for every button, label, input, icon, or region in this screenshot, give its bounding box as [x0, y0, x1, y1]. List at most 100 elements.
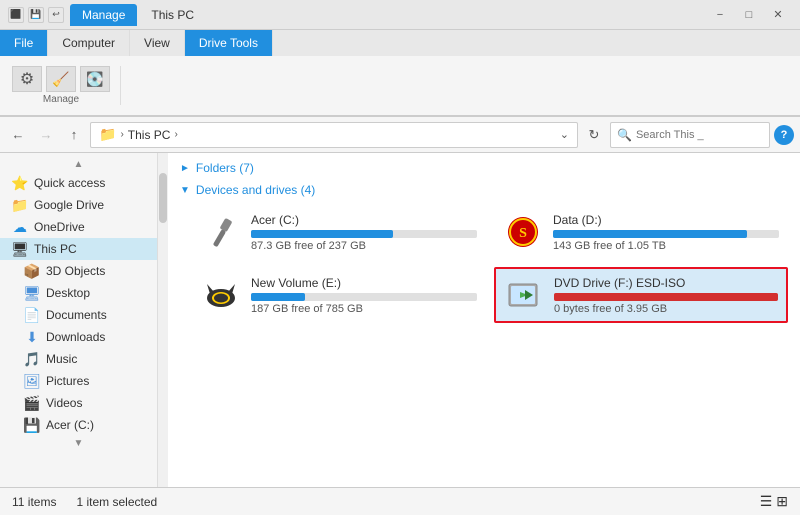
window-title: This PC	[151, 8, 194, 22]
sidebar-item-label: Downloads	[46, 330, 105, 344]
svg-text:S: S	[519, 226, 527, 241]
new-volume-e-drive-icon	[201, 275, 241, 315]
sidebar-item-videos[interactable]: 🎬 Videos	[0, 392, 157, 414]
breadcrumb-arrow: ›	[120, 129, 123, 140]
new-volume-e-name: New Volume (E:)	[251, 276, 477, 290]
onedrive-icon: ☁	[12, 219, 28, 235]
drive-acer-c[interactable]: Acer (C:) 87.3 GB free of 237 GB	[192, 205, 486, 259]
sidebar-item-label: Music	[46, 352, 77, 366]
sidebar-item-this-pc[interactable]: 🖥 This PC	[0, 238, 157, 260]
ribbon-content: ⚙ 🧹 💽 Manage	[0, 56, 800, 116]
documents-icon: 📄	[24, 307, 40, 323]
dvd-f-name: DVD Drive (F:) ESD-ISO	[554, 276, 778, 290]
drive-data-d[interactable]: S Data (D:) 143 GB free of 1.05 TB	[494, 205, 788, 259]
sidebar-item-pictures[interactable]: 🖼 Pictures	[0, 370, 157, 392]
acer-c-icon: 💾	[24, 417, 40, 433]
manage-group-label: Manage	[43, 94, 79, 105]
optimize-btn[interactable]: ⚙	[12, 66, 42, 92]
drives-grid: Acer (C:) 87.3 GB free of 237 GB S	[192, 205, 788, 323]
sidebar-item-label: Pictures	[46, 374, 89, 388]
items-count: 11 items	[12, 495, 56, 509]
folders-section-header[interactable]: ► Folders (7)	[180, 161, 788, 175]
tab-file[interactable]: File	[0, 30, 48, 56]
window-controls[interactable]: − □ ✕	[706, 5, 792, 25]
pictures-icon: 🖼	[24, 373, 40, 389]
help-icon[interactable]: ?	[774, 125, 794, 145]
sidebar-item-acer-c[interactable]: 💾 Acer (C:)	[0, 414, 157, 436]
google-drive-icon: 📁	[12, 197, 28, 213]
videos-icon: 🎬	[24, 395, 40, 411]
search-icon: 🔍	[617, 128, 632, 142]
new-volume-e-bar	[251, 293, 477, 301]
maximize-button[interactable]: □	[735, 5, 763, 25]
sidebar-item-documents[interactable]: 📄 Documents	[0, 304, 157, 326]
acer-c-bar-fill	[251, 230, 393, 238]
dvd-f-info: DVD Drive (F:) ESD-ISO 0 bytes free of 3…	[554, 276, 778, 315]
content-area: ► Folders (7) ▼ Devices and drives (4)	[168, 153, 800, 487]
back-button[interactable]: ←	[6, 123, 30, 147]
data-d-name: Data (D:)	[553, 213, 779, 227]
devices-section-header[interactable]: ▼ Devices and drives (4)	[180, 183, 788, 197]
acer-c-bar	[251, 230, 477, 238]
drive-dvd-f[interactable]: DVD Drive (F:) ESD-ISO 0 bytes free of 3…	[494, 267, 788, 323]
quick-access-icon: ⭐	[12, 175, 28, 191]
sidebar-item-downloads[interactable]: ⬇ Downloads	[0, 326, 157, 348]
close-button[interactable]: ✕	[764, 5, 792, 25]
sidebar-item-label: OneDrive	[34, 220, 85, 234]
sidebar-item-label: Acer (C:)	[46, 418, 94, 432]
title-bar-left: ⬛ 💾 ↩ Manage This PC	[8, 4, 194, 26]
tab-computer[interactable]: Computer	[48, 30, 130, 56]
sidebar-item-label: Google Drive	[34, 198, 104, 212]
folder-icon: 📁	[99, 126, 116, 143]
dvd-f-bar-fill	[554, 293, 778, 301]
manage-tab-title[interactable]: Manage	[70, 4, 137, 26]
scroll-up[interactable]: ▲	[0, 157, 157, 172]
sidebar-item-onedrive[interactable]: ☁ OneDrive	[0, 216, 157, 238]
sidebar-item-google-drive[interactable]: 📁 Google Drive	[0, 194, 157, 216]
data-d-bar	[553, 230, 779, 238]
this-pc-icon: 🖥	[12, 241, 28, 257]
grid-view-icon[interactable]: ⊞	[776, 493, 788, 510]
sidebar-item-quick-access[interactable]: ⭐ Quick access	[0, 172, 157, 194]
sidebar: ▲ ⭐ Quick access 📁 Google Drive ☁ OneDri…	[0, 153, 158, 487]
tab-view[interactable]: View	[130, 30, 185, 56]
breadcrumb: 📁 › This PC ›	[99, 126, 178, 143]
view-toggle[interactable]: ☰ ⊞	[760, 493, 788, 510]
breadcrumb-arrow2: ›	[174, 129, 177, 140]
titlebar-icon-1: ⬛	[8, 7, 24, 23]
new-volume-e-info: New Volume (E:) 187 GB free of 785 GB	[251, 276, 477, 315]
refresh-button[interactable]: ↻	[582, 123, 606, 147]
search-box[interactable]: 🔍	[610, 122, 770, 148]
address-input[interactable]: 📁 › This PC › ⌄	[90, 122, 578, 148]
sidebar-scrollbar[interactable]	[158, 153, 168, 487]
status-bar: 11 items 1 item selected ☰ ⊞	[0, 487, 800, 515]
sidebar-item-label: This PC	[34, 242, 77, 256]
ribbon-tabs: File Computer View Drive Tools	[0, 30, 800, 56]
tab-drive-tools[interactable]: Drive Tools	[185, 30, 273, 56]
minimize-button[interactable]: −	[706, 5, 734, 25]
breadcrumb-thispc: This PC	[128, 128, 171, 142]
sidebar-item-label: 3D Objects	[46, 264, 105, 278]
drive-new-volume-e[interactable]: New Volume (E:) 187 GB free of 785 GB	[192, 267, 486, 323]
search-input[interactable]	[636, 129, 763, 141]
music-icon: 🎵	[24, 351, 40, 367]
main-area: ▲ ⭐ Quick access 📁 Google Drive ☁ OneDri…	[0, 153, 800, 487]
titlebar-icon-2: 💾	[28, 7, 44, 23]
sidebar-item-desktop[interactable]: 🖥 Desktop	[0, 282, 157, 304]
sidebar-item-label: Quick access	[34, 176, 105, 190]
sidebar-scrollbar-thumb[interactable]	[159, 173, 167, 223]
acer-c-info: Acer (C:) 87.3 GB free of 237 GB	[251, 213, 477, 252]
dvd-f-bar	[554, 293, 778, 301]
data-d-info: Data (D:) 143 GB free of 1.05 TB	[553, 213, 779, 252]
acer-c-name: Acer (C:)	[251, 213, 477, 227]
cleanup-btn[interactable]: 🧹	[46, 66, 76, 92]
sidebar-item-music[interactable]: 🎵 Music	[0, 348, 157, 370]
forward-button[interactable]: →	[34, 123, 58, 147]
format-btn[interactable]: 💽	[80, 66, 110, 92]
up-button[interactable]: ↑	[62, 123, 86, 147]
address-dropdown[interactable]: ⌄	[560, 128, 569, 141]
list-view-icon[interactable]: ☰	[760, 493, 773, 510]
sidebar-item-3d-objects[interactable]: 📦 3D Objects	[0, 260, 157, 282]
sidebar-item-label: Videos	[46, 396, 82, 410]
scroll-down[interactable]: ▼	[0, 436, 157, 451]
